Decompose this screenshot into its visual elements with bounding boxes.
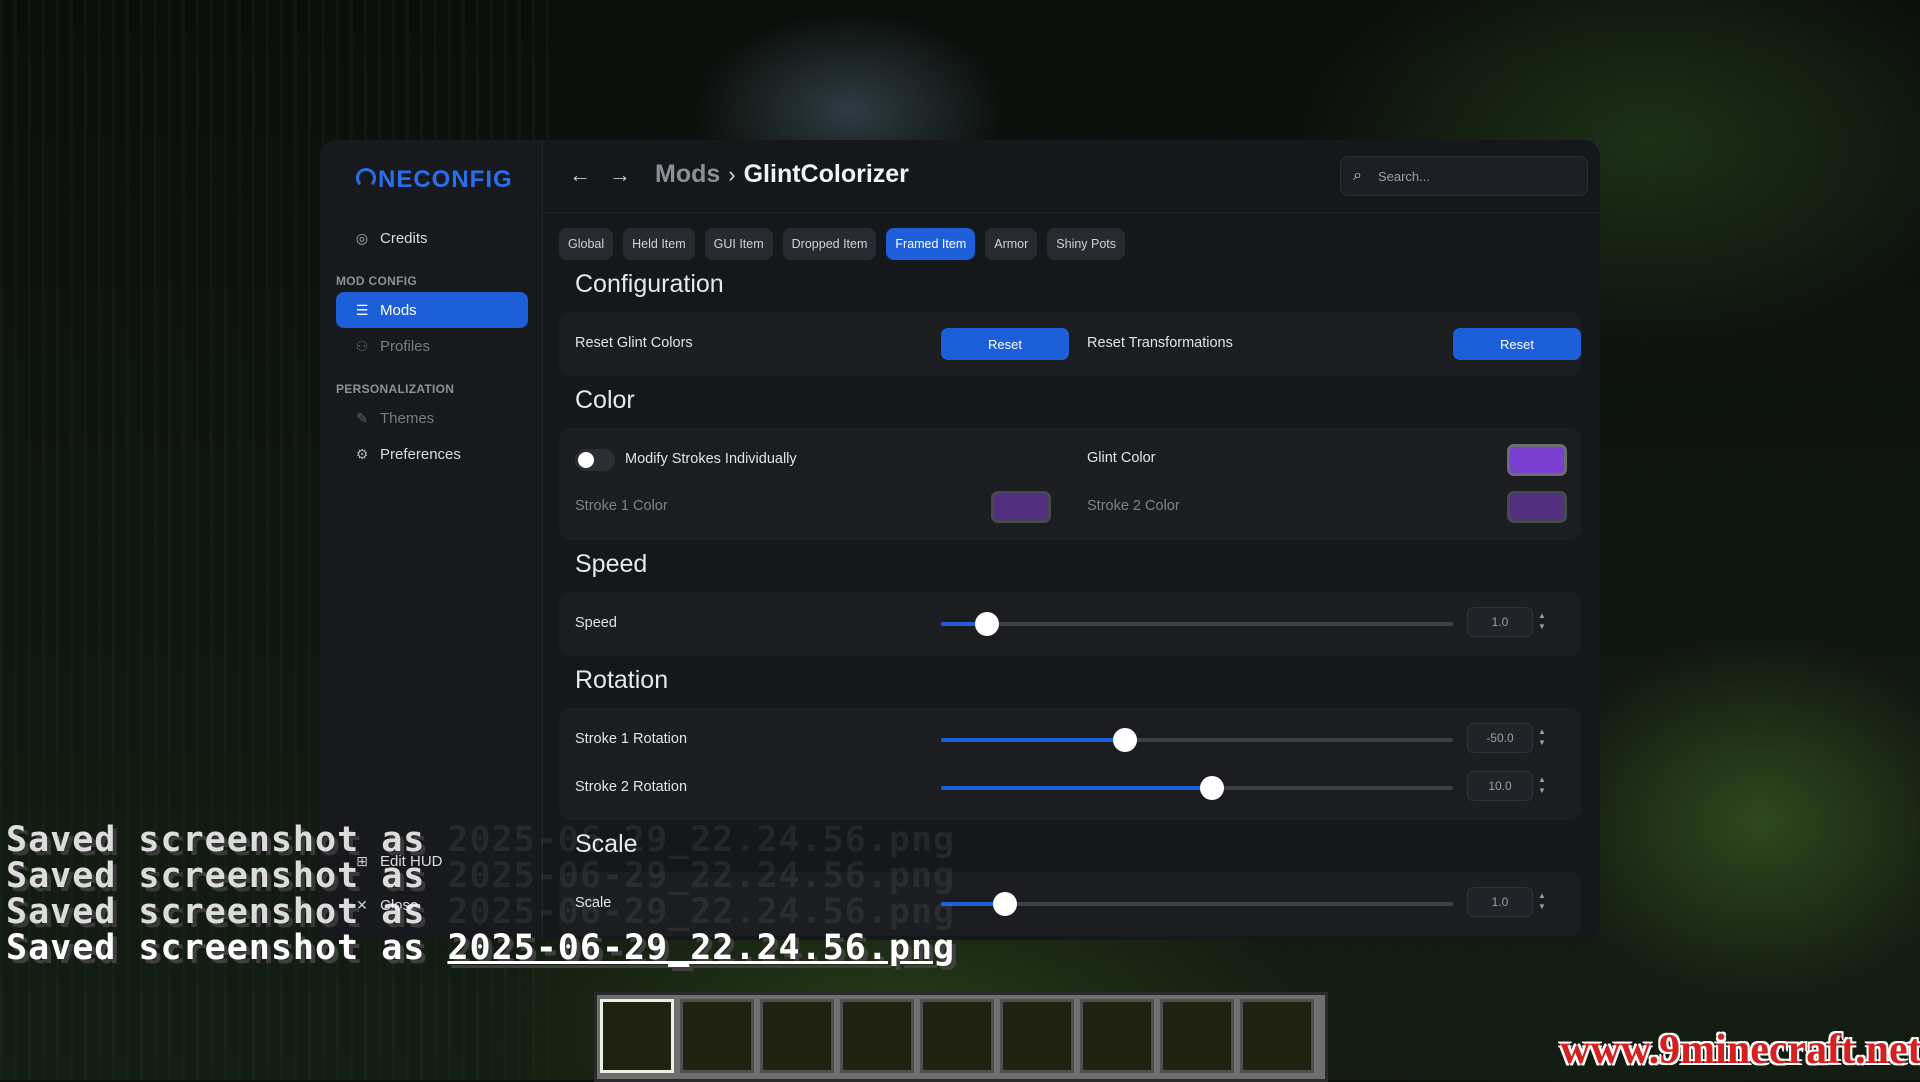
brush-icon: ✎	[356, 409, 368, 426]
search-icon: ⌕	[1353, 167, 1362, 184]
hotbar-slot[interactable]	[600, 999, 674, 1073]
hotbar-slot[interactable]	[680, 999, 754, 1073]
chevron-up-icon[interactable]: ▲	[1538, 610, 1546, 621]
search-box[interactable]: ⌕	[1340, 156, 1588, 196]
section-mod-config: MOD CONFIG	[336, 274, 417, 288]
user-icon: ⚇	[355, 337, 369, 354]
reset-glint-button[interactable]: Reset	[941, 328, 1069, 360]
stroke2-rotation-label: Stroke 2 Rotation	[575, 779, 688, 795]
chevron-up-icon[interactable]: ▲	[1538, 726, 1546, 737]
chevron-right-icon: ›	[728, 161, 736, 187]
forward-arrow-icon[interactable]: →	[609, 162, 631, 188]
logo-mark-icon	[356, 168, 376, 188]
reset-glint-label: Reset Glint Colors	[575, 335, 693, 351]
chat-log: Saved screenshot as 2025-06-29_22.24.56.…	[6, 822, 955, 966]
slider-thumb[interactable]	[1113, 728, 1138, 752]
chevron-up-icon[interactable]: ▲	[1538, 890, 1546, 901]
stroke1-color-swatch[interactable]	[991, 491, 1051, 523]
gear-icon: ⚙	[355, 445, 369, 462]
slider-thumb[interactable]	[993, 892, 1017, 916]
tab-held-item[interactable]: Held Item	[623, 228, 695, 260]
page-title: GlintColorizer	[743, 160, 909, 188]
speed-stepper[interactable]: ▲ ▼	[1537, 607, 1547, 635]
chevron-down-icon[interactable]: ▼	[1538, 737, 1546, 748]
chat-line: Saved screenshot as 2025-06-29_22.24.56.…	[6, 820, 956, 860]
modify-strokes-toggle[interactable]	[575, 449, 615, 471]
hotbar-slot[interactable]	[1160, 999, 1234, 1073]
reset-transform-label: Reset Transformations	[1087, 335, 1233, 351]
stroke2-rotation-slider[interactable]	[941, 776, 1453, 800]
top-bar: ← → Mods › GlintColorizer ⌕	[543, 140, 1600, 213]
stroke2-color-swatch[interactable]	[1507, 491, 1567, 523]
tab-dropped-item[interactable]: Dropped Item	[782, 228, 877, 260]
chevron-down-icon[interactable]: ▼	[1538, 785, 1546, 796]
stroke1-rotation-field[interactable]: -50.0	[1467, 723, 1533, 753]
slider-thumb[interactable]	[975, 612, 1000, 636]
scale-value-field[interactable]: 1.0	[1467, 887, 1533, 917]
speed-label: Speed	[575, 615, 617, 631]
chat-line: Saved screenshot as 2025-06-29_22.24.56.…	[6, 892, 956, 932]
tab-framed-item[interactable]: Framed Item	[886, 228, 976, 260]
tab-shiny-pots[interactable]: Shiny Pots	[1047, 228, 1126, 260]
category-tabs: Global Held Item GUI Item Dropped Item F…	[559, 228, 1126, 260]
toggle-knob	[578, 452, 594, 468]
back-arrow-icon[interactable]: ←	[569, 162, 591, 188]
hotbar-slot[interactable]	[920, 999, 994, 1073]
section-personalization: PERSONALIZATION	[336, 382, 455, 396]
stroke1-rotation-label: Stroke 1 Rotation	[575, 731, 688, 747]
stroke1-rotation-stepper[interactable]: ▲ ▼	[1537, 723, 1547, 751]
sliders-icon: ☰	[355, 301, 369, 318]
tab-gui-item[interactable]: GUI Item	[704, 228, 773, 260]
sidebar-item-preferences[interactable]: ⚙ Preferences	[336, 436, 528, 472]
hotbar-slot[interactable]	[840, 999, 914, 1073]
stroke2-color-label: Stroke 2 Color	[1087, 498, 1180, 514]
tab-armor[interactable]: Armor	[985, 228, 1038, 260]
sidebar-item-profiles[interactable]: ⚇ Profiles	[336, 328, 528, 364]
hotbar	[594, 992, 1328, 1082]
slider-fill	[941, 738, 1126, 742]
reset-transform-button[interactable]: Reset	[1453, 328, 1581, 360]
tab-global[interactable]: Global	[559, 228, 614, 260]
credits-icon: ◎	[355, 229, 369, 246]
heading-rotation: Rotation	[575, 666, 669, 694]
modify-strokes-label: Modify Strokes Individually	[625, 451, 797, 467]
scale-stepper[interactable]: ▲ ▼	[1537, 887, 1547, 915]
speed-slider[interactable]	[941, 612, 1453, 636]
search-input[interactable]	[1375, 167, 1550, 185]
heading-speed: Speed	[575, 550, 648, 578]
slider-thumb[interactable]	[1200, 776, 1225, 800]
speed-card: Speed 1.0 ▲ ▼	[559, 592, 1582, 656]
chevron-down-icon[interactable]: ▼	[1538, 621, 1546, 632]
stroke2-rotation-field[interactable]: 10.0	[1467, 771, 1533, 801]
heading-color: Color	[575, 386, 635, 414]
heading-configuration: Configuration	[575, 270, 724, 298]
hotbar-slot[interactable]	[1080, 999, 1154, 1073]
color-card: Modify Strokes Individually Glint Color …	[559, 428, 1582, 540]
stroke1-color-label: Stroke 1 Color	[575, 498, 668, 514]
sidebar-item-themes[interactable]: ✎ Themes	[336, 400, 528, 436]
configuration-card: Reset Glint Colors Reset Reset Transform…	[559, 312, 1582, 376]
chevron-up-icon[interactable]: ▲	[1538, 774, 1546, 785]
chevron-down-icon[interactable]: ▼	[1538, 901, 1546, 912]
glint-color-label: Glint Color	[1087, 450, 1156, 466]
chat-line: Saved screenshot as 2025-06-29_22.24.56.…	[6, 856, 956, 896]
breadcrumb-parent[interactable]: Mods	[655, 160, 720, 189]
hotbar-slot[interactable]	[1240, 999, 1314, 1073]
watermark: www.9minecraft.net	[1560, 1027, 1920, 1073]
hotbar-slot[interactable]	[1000, 999, 1074, 1073]
breadcrumb: Mods › GlintColorizer	[655, 160, 909, 189]
sidebar-item-credits[interactable]: ◎ Credits	[336, 220, 528, 256]
chat-line: Saved screenshot as 2025-06-29_22.24.56.…	[6, 928, 956, 968]
stroke1-rotation-slider[interactable]	[941, 728, 1453, 752]
screenshot-link[interactable]: 2025-06-29_22.24.56.png	[447, 928, 955, 968]
rotation-card: Stroke 1 Rotation -50.0 ▲ ▼ Stroke 2 Rota…	[559, 708, 1582, 820]
glint-color-swatch[interactable]	[1507, 444, 1567, 476]
oneconfig-logo: NECONFIG	[356, 166, 513, 194]
hotbar-slot[interactable]	[760, 999, 834, 1073]
sidebar-item-mods[interactable]: ☰ Mods	[336, 292, 528, 328]
stroke2-rotation-stepper[interactable]: ▲ ▼	[1537, 771, 1547, 799]
slider-fill	[941, 786, 1213, 790]
speed-value-field[interactable]: 1.0	[1467, 607, 1533, 637]
scale-slider[interactable]	[941, 892, 1453, 916]
